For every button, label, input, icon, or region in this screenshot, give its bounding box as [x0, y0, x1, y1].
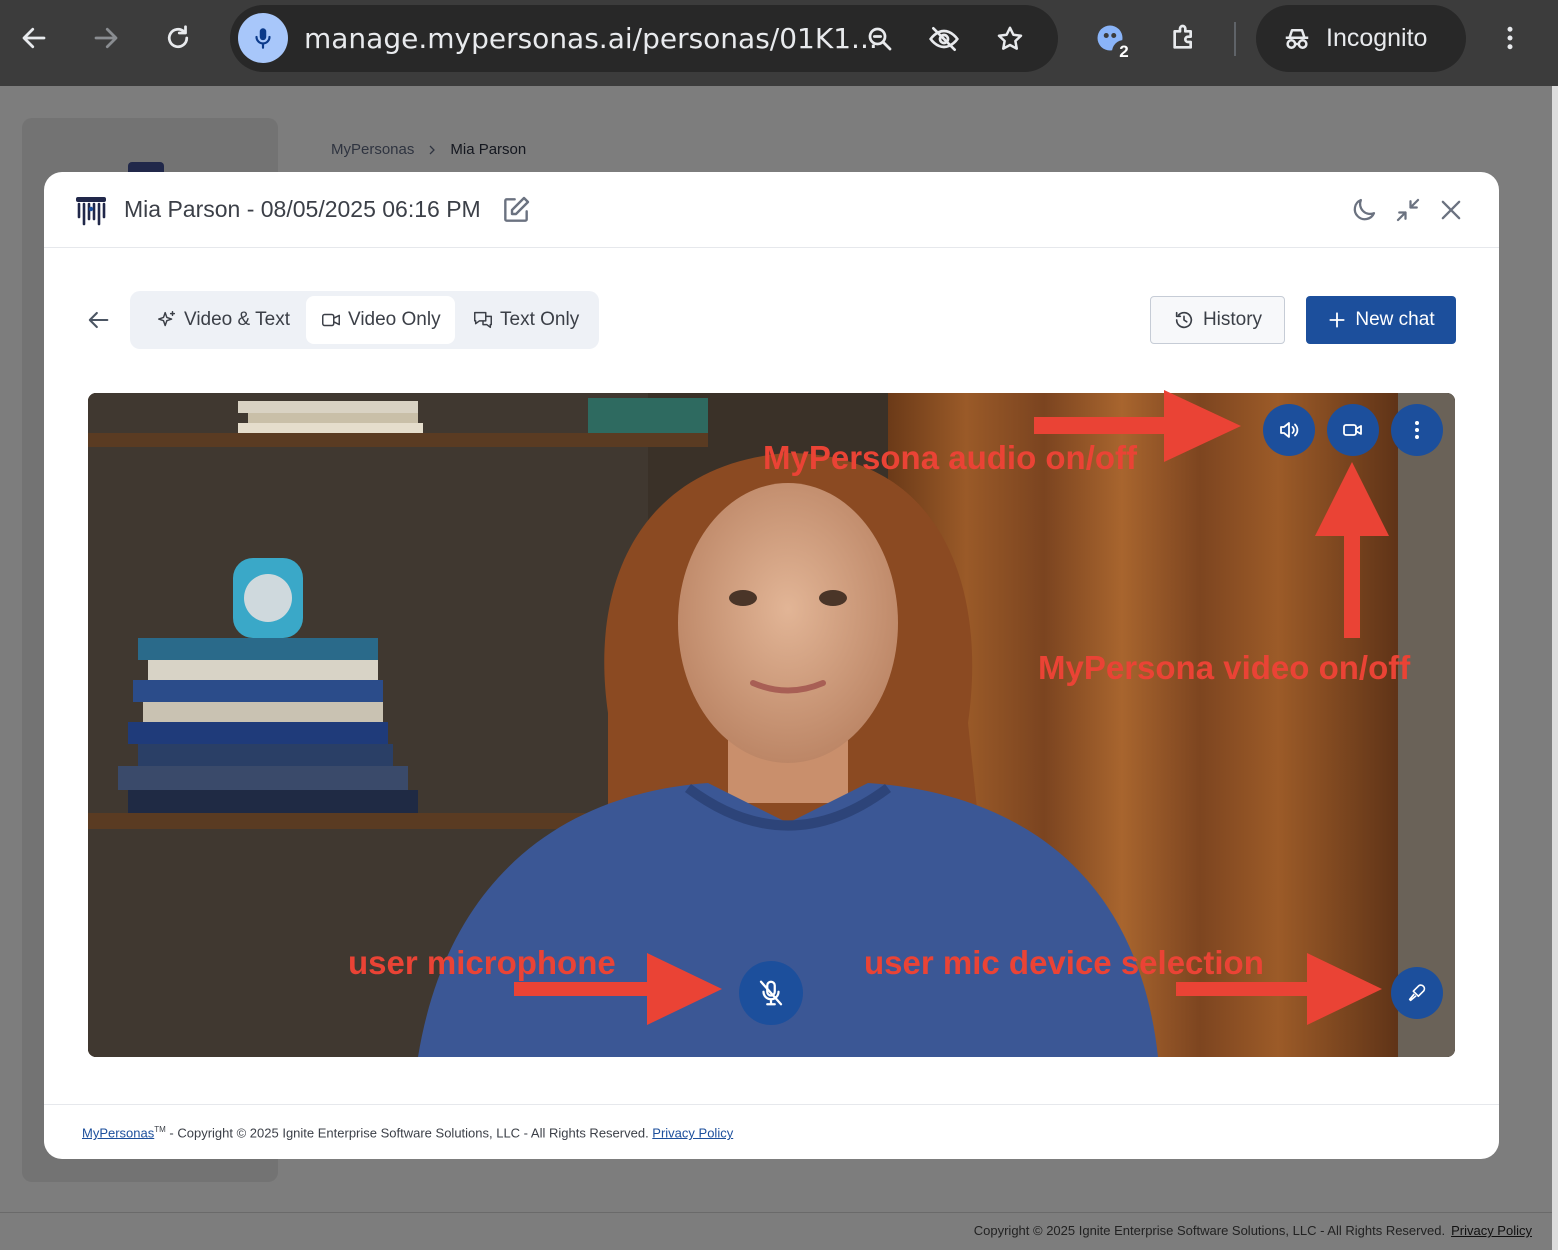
background-privacy-link[interactable]: Privacy Policy	[1451, 1223, 1532, 1238]
footer-copyright: - Copyright © 2025 Ignite Enterprise Sof…	[165, 1125, 653, 1141]
trademark: TM	[154, 1125, 166, 1134]
arrow-to-video-button	[1315, 462, 1389, 638]
bookmark-star-icon[interactable]	[990, 19, 1030, 59]
address-bar[interactable]: manage.mypersonas.ai/personas/01K1...	[230, 5, 1058, 72]
privacy-policy-link[interactable]: Privacy Policy	[652, 1125, 733, 1140]
annotation-audio: MyPersona audio on/off	[763, 439, 1138, 476]
page-scrollbar[interactable]	[1552, 86, 1558, 1250]
chevron-right-icon	[429, 145, 436, 154]
breadcrumb: MyPersonas Mia Parson	[331, 141, 526, 158]
annotation-microphone: user microphone	[348, 944, 616, 981]
zoom-icon[interactable]	[860, 19, 900, 59]
tracking-protection-icon[interactable]	[924, 19, 964, 59]
extension-badge: 2	[1112, 40, 1136, 64]
incognito-icon	[1285, 28, 1309, 49]
back-icon[interactable]	[10, 14, 58, 62]
voice-search-icon[interactable]	[238, 13, 288, 63]
incognito-label: Incognito	[1326, 24, 1428, 52]
browser-menu-icon[interactable]	[1486, 14, 1534, 62]
footer-brand: MyPersonas	[82, 1125, 155, 1141]
annotation-video: MyPersona video on/off	[1038, 649, 1411, 686]
browser-toolbar: manage.mypersonas.ai/personas/01K1... 2 …	[0, 0, 1558, 86]
modal-footer: MyPersonasTM - Copyright © 2025 Ignite E…	[44, 1104, 1499, 1159]
background-copyright: Copyright © 2025 Ignite Enterprise Softw…	[973, 1223, 1446, 1238]
breadcrumb-current: Mia Parson	[450, 141, 527, 158]
mypersonas-link[interactable]: MyPersonas	[82, 1125, 154, 1140]
toolbar-divider	[1234, 22, 1236, 56]
puzzle-icon[interactable]	[1160, 14, 1208, 62]
url-text[interactable]: manage.mypersonas.ai/personas/01K1...	[304, 5, 878, 72]
annotation-mic-device: user mic device selection	[864, 944, 1264, 981]
forward-icon[interactable]	[82, 14, 130, 62]
incognito-chip[interactable]: Incognito	[1256, 5, 1466, 72]
breadcrumb-root[interactable]: MyPersonas	[331, 141, 414, 158]
annotation-arrows	[514, 390, 1389, 1025]
reload-icon[interactable]	[154, 14, 202, 62]
chat-modal: Mia Parson - 08/05/2025 06:16 PM Video &…	[44, 172, 1499, 1159]
background-footer: Copyright © 2025 Ignite Enterprise Softw…	[0, 1212, 1558, 1250]
